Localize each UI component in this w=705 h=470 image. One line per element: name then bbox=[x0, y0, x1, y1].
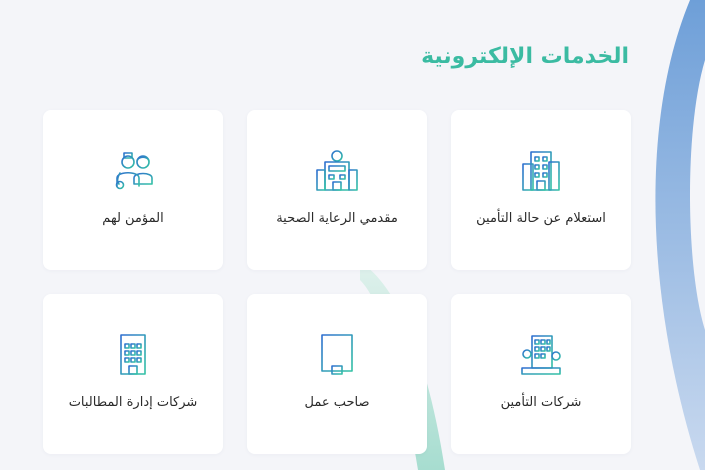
service-label: مقدمي الرعاية الصحية bbox=[276, 211, 398, 226]
service-label: صاحب عمل bbox=[304, 395, 370, 410]
company-building-trees-icon bbox=[519, 332, 563, 376]
service-card-healthcare-providers[interactable]: مقدمي الرعاية الصحية bbox=[247, 110, 427, 270]
insured-people-icon bbox=[111, 148, 155, 192]
service-card-insurance-status[interactable]: استعلام عن حالة التأمين bbox=[451, 110, 631, 270]
service-label: المؤمن لهم bbox=[102, 211, 164, 226]
service-card-employer[interactable]: صاحب عمل bbox=[247, 294, 427, 454]
service-card-insurance-companies[interactable]: شركات التأمين bbox=[451, 294, 631, 454]
document-building-icon bbox=[315, 332, 359, 376]
hospital-icon bbox=[315, 148, 359, 192]
e-services-page: الخدمات الإلكترونية استعلام عن حالة التأ… bbox=[0, 0, 705, 470]
service-label: شركات إدارة المطالبات bbox=[68, 395, 198, 410]
apartment-building-icon bbox=[111, 332, 155, 376]
service-card-claims-management[interactable]: شركات إدارة المطالبات bbox=[43, 294, 223, 454]
section-title: الخدمات الإلكترونية bbox=[421, 44, 629, 69]
service-label: استعلام عن حالة التأمين bbox=[476, 211, 606, 226]
service-label: شركات التأمين bbox=[500, 395, 582, 410]
office-building-icon bbox=[519, 148, 563, 192]
service-card-insured[interactable]: المؤمن لهم bbox=[43, 110, 223, 270]
